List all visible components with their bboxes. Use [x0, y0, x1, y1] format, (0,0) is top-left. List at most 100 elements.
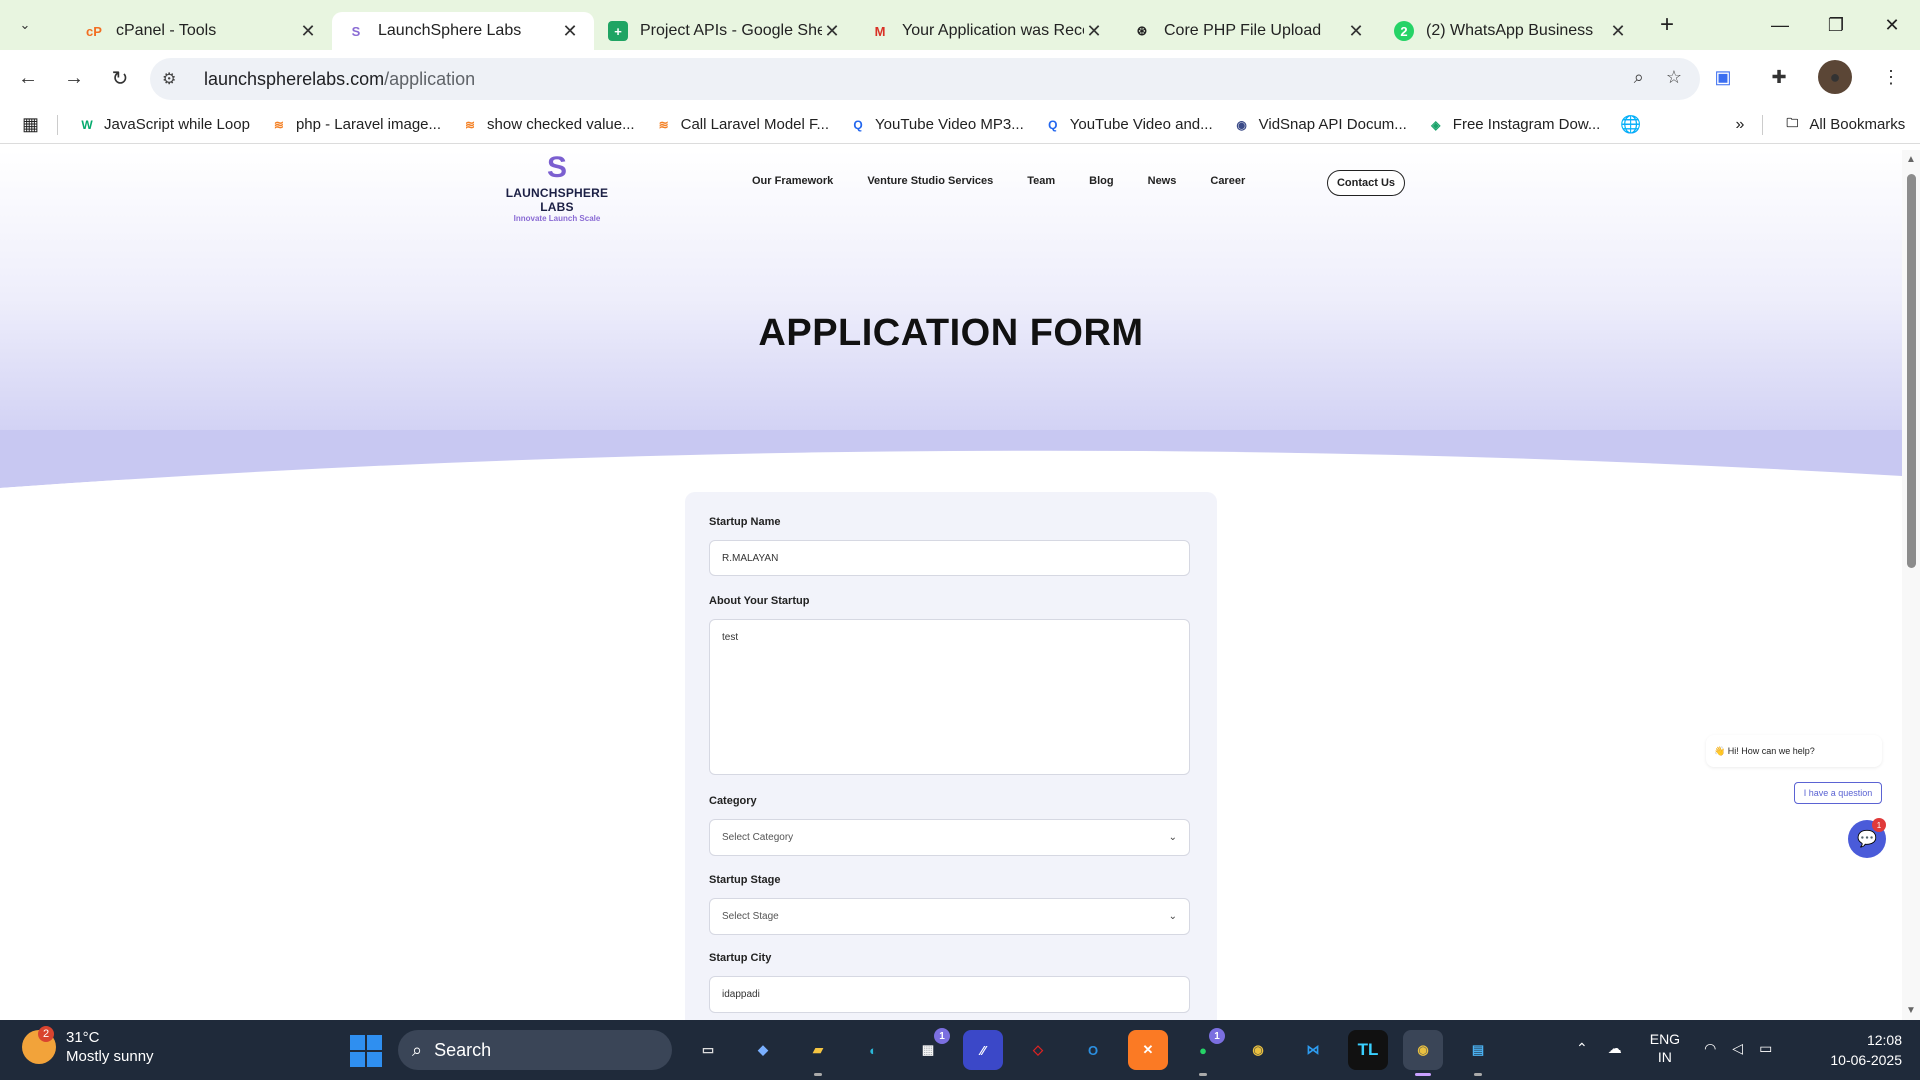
- tab-google-sheets[interactable]: + Project APIs - Google Sheets ✕: [594, 12, 856, 50]
- tab-title: (2) WhatsApp Business: [1426, 22, 1594, 39]
- tab-gmail[interactable]: M Your Application was Received ✕: [856, 12, 1118, 50]
- chrome-icon[interactable]: ◉: [1238, 1030, 1278, 1070]
- bookmark-item[interactable]: W JavaScript while Loop: [78, 116, 250, 134]
- minimize-icon[interactable]: —: [1752, 0, 1808, 50]
- file-explorer-icon[interactable]: ▰: [798, 1030, 838, 1076]
- restore-icon[interactable]: ❐: [1808, 0, 1864, 50]
- forward-arrow-icon[interactable]: →: [56, 60, 92, 96]
- outlook-icon[interactable]: O: [1073, 1030, 1113, 1070]
- tab-search-chevron-icon[interactable]: ⌄: [12, 12, 38, 38]
- folder-icon: 🗀: [1786, 116, 1799, 130]
- wifi-icon[interactable]: ◠: [1704, 1040, 1716, 1057]
- sun-icon: 2: [22, 1026, 56, 1064]
- page-scrollbar[interactable]: ▲ ▼: [1902, 150, 1920, 1020]
- category-select[interactable]: Select Category ⌄: [709, 819, 1190, 856]
- contact-us-button[interactable]: Contact Us: [1327, 170, 1405, 196]
- cpanel-icon: cP: [86, 23, 102, 39]
- battery-icon[interactable]: ▭: [1759, 1040, 1772, 1057]
- back-arrow-icon[interactable]: ←: [10, 60, 46, 96]
- site-logo[interactable]: S LAUNCHSPHERE LABS Innovate Launch Scal…: [497, 151, 617, 224]
- chrome-active-icon[interactable]: ◉: [1403, 1030, 1443, 1076]
- startup-city-input[interactable]: idappadi: [709, 976, 1190, 1013]
- nav-our-framework[interactable]: Our Framework: [752, 175, 833, 187]
- tab-title: cPanel - Tools: [116, 22, 217, 39]
- nav-career[interactable]: Career: [1210, 175, 1245, 187]
- bookmark-star-icon[interactable]: ☆: [1666, 67, 1682, 88]
- about-startup-textarea[interactable]: test: [709, 619, 1190, 775]
- bookmarks-bar: ▦ W JavaScript while Loop ≋ php - Laravel …: [0, 106, 1920, 144]
- browser-menu-icon[interactable]: ⋮: [1874, 60, 1908, 94]
- copilot-icon[interactable]: ◆: [743, 1030, 783, 1070]
- windows-start-icon[interactable]: [350, 1035, 382, 1067]
- close-icon[interactable]: ✕: [1346, 21, 1366, 42]
- tab-whatsapp[interactable]: 2 (2) WhatsApp Business ✕: [1380, 12, 1642, 50]
- microsoft-store-icon[interactable]: ▦ 1: [908, 1028, 950, 1070]
- task-view-icon[interactable]: ▭: [688, 1030, 728, 1070]
- weather-widget[interactable]: 2 31°C Mostly sunny: [22, 1026, 154, 1066]
- site-info-icon[interactable]: ⚙: [162, 69, 192, 89]
- category-label: Category: [709, 795, 757, 807]
- address-bar[interactable]: ⚙ launchspherelabs.com/application ⌕ ☆: [150, 58, 1700, 100]
- power-automate-icon[interactable]: ⁄⁄: [963, 1030, 1003, 1070]
- page-title: APPLICATION FORM: [758, 312, 1144, 354]
- more-bookmarks-chevron-icon[interactable]: »: [1736, 116, 1745, 134]
- new-tab-plus-icon[interactable]: +: [1652, 10, 1682, 40]
- nav-team[interactable]: Team: [1027, 175, 1055, 187]
- bookmark-item[interactable]: ◈ Free Instagram Dow...: [1427, 116, 1600, 134]
- nav-blog[interactable]: Blog: [1089, 175, 1113, 187]
- close-icon[interactable]: ✕: [560, 21, 580, 42]
- close-icon[interactable]: ✕: [298, 21, 318, 42]
- system-clock[interactable]: 12:08 10-06-2025: [1812, 1030, 1902, 1070]
- tray-chevron-up-icon[interactable]: ⌃: [1576, 1040, 1588, 1057]
- whatsapp-badge: 1: [1209, 1028, 1225, 1044]
- globe-icon[interactable]: 🌐: [1620, 115, 1641, 135]
- tab-cpanel[interactable]: cP cPanel - Tools ✕: [70, 12, 332, 50]
- close-icon[interactable]: ✕: [1084, 21, 1104, 42]
- screen-capture-icon[interactable]: ▣: [1706, 60, 1740, 94]
- volume-icon[interactable]: ◁: [1732, 1040, 1743, 1057]
- scroll-up-arrow-icon[interactable]: ▲: [1906, 154, 1916, 165]
- startup-name-input[interactable]: R.MALAYAN: [709, 540, 1190, 576]
- taskbar-search[interactable]: ⌕ Search: [398, 1030, 672, 1070]
- tl-app-icon[interactable]: TL: [1348, 1030, 1388, 1070]
- chat-question-button[interactable]: I have a question: [1794, 782, 1882, 804]
- edge-icon[interactable]: ◐: [853, 1030, 893, 1070]
- scrollbar-thumb[interactable]: [1907, 174, 1916, 568]
- apps-grid-icon[interactable]: ▦: [22, 114, 39, 135]
- tab-launchsphere[interactable]: S LaunchSphere Labs ✕: [332, 12, 594, 50]
- xampp-icon[interactable]: ✕: [1128, 1030, 1168, 1070]
- startup-stage-label: Startup Stage: [709, 874, 781, 886]
- startup-stage-select[interactable]: Select Stage ⌄: [709, 898, 1190, 935]
- bookmark-item[interactable]: Q YouTube Video MP3...: [849, 116, 1023, 134]
- logo-tagline: Innovate Launch Scale: [513, 214, 601, 223]
- zoom-icon[interactable]: ⌕: [1634, 67, 1644, 88]
- onedrive-icon[interactable]: ☁: [1608, 1040, 1622, 1057]
- window-close-icon[interactable]: ✕: [1864, 0, 1920, 50]
- nav-venture-studio[interactable]: Venture Studio Services: [867, 175, 993, 187]
- nav-news[interactable]: News: [1148, 175, 1177, 187]
- launchsphere-icon: S: [351, 23, 361, 39]
- profile-avatar[interactable]: ●: [1818, 60, 1852, 94]
- launchsphere-logo-icon: S: [546, 151, 567, 184]
- tab-core-php[interactable]: ⊛ Core PHP File Upload ✕: [1118, 12, 1380, 50]
- bookmark-item[interactable]: ≋ Call Laravel Model F...: [655, 116, 829, 134]
- vscode-icon[interactable]: ⋈: [1293, 1030, 1333, 1070]
- bookmark-item[interactable]: ≋ show checked value...: [461, 116, 635, 134]
- bookmark-item[interactable]: ◉ VidSnap API Docum...: [1233, 116, 1406, 134]
- all-bookmarks[interactable]: 🗀 All Bookmarks: [1783, 116, 1905, 134]
- reload-icon[interactable]: ↻: [102, 60, 138, 96]
- extensions-puzzle-icon[interactable]: ✚: [1762, 60, 1796, 94]
- notepad-icon[interactable]: ▤: [1458, 1030, 1498, 1076]
- language-indicator[interactable]: ENG IN: [1650, 1030, 1680, 1066]
- close-icon[interactable]: ✕: [822, 21, 842, 42]
- close-icon[interactable]: ✕: [1608, 21, 1628, 42]
- bookmark-item[interactable]: Q YouTube Video and...: [1044, 116, 1213, 134]
- bookmark-item[interactable]: ≋ php - Laravel image...: [270, 116, 441, 134]
- w3schools-icon: W: [81, 117, 93, 132]
- address-url[interactable]: launchspherelabs.com/application: [204, 69, 475, 90]
- taskbar-apps: ▭ ◆ ▰ ◐ ▦ 1 ⁄⁄ ◇ O ✕ ● 1 ◉ ⋈ TL ◉ ▤: [688, 1028, 1498, 1076]
- stackoverflow-icon: ≋: [658, 117, 669, 132]
- whatsapp-taskbar-icon[interactable]: ● 1: [1183, 1028, 1225, 1076]
- scroll-down-arrow-icon[interactable]: ▼: [1906, 1005, 1916, 1016]
- mcafee-icon[interactable]: ◇: [1018, 1030, 1058, 1070]
